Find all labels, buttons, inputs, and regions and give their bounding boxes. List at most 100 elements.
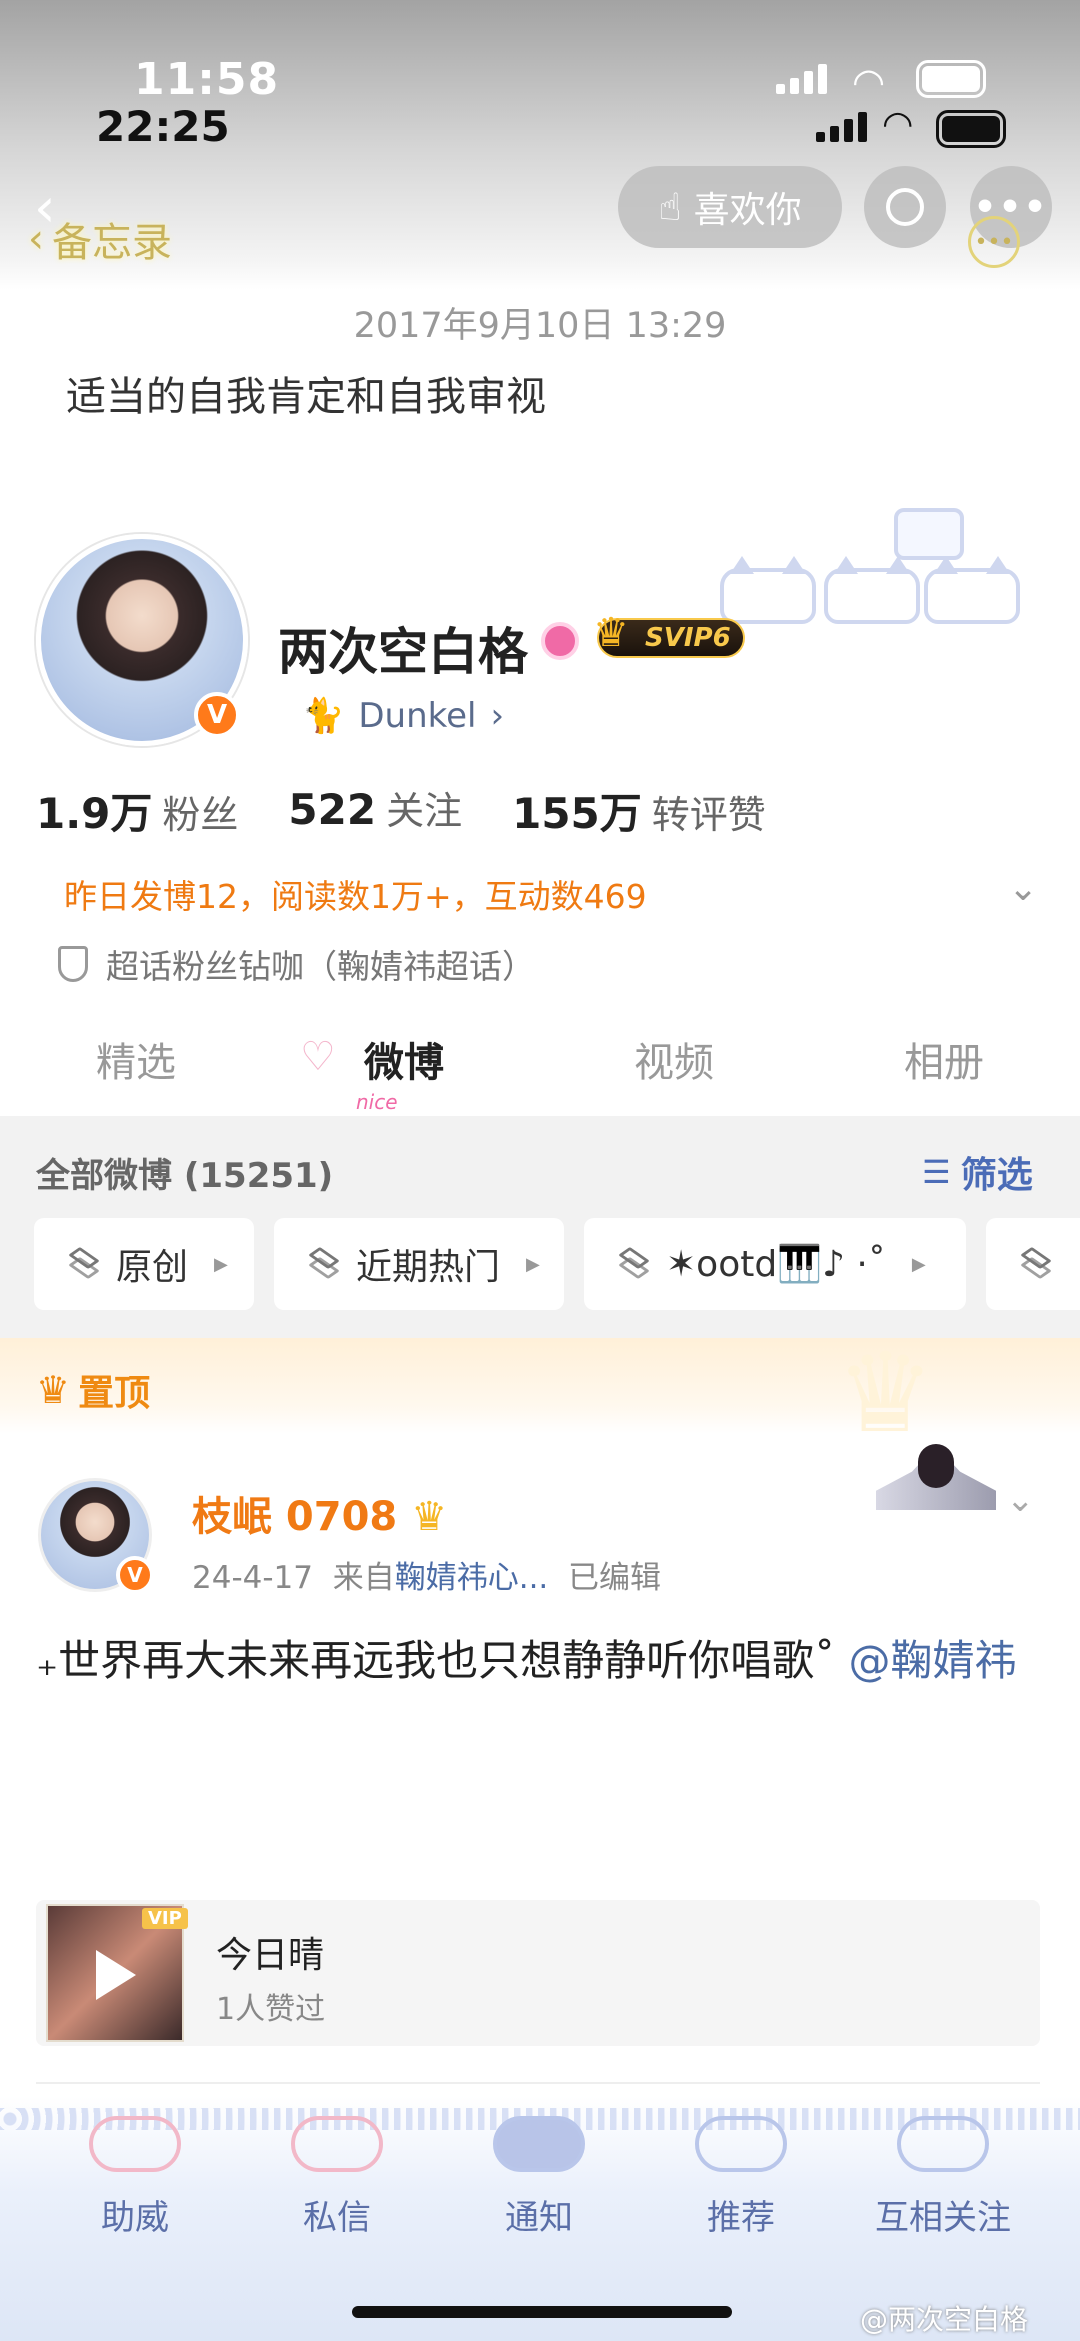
memo-more-icon[interactable]: ••• [968, 216, 1020, 268]
back-chevron-icon: ‹ [28, 216, 44, 262]
post-body: ₊世界再大未来再远我也只想静静听你唱歌˚ [36, 1636, 836, 1685]
post-from-prefix: 来自 [332, 1560, 395, 1596]
profile-link[interactable]: 🐈 Dunkel › [302, 696, 504, 736]
cat-decoration-icon [720, 556, 816, 624]
crown-icon: ♛ [36, 1368, 71, 1412]
post-text: ₊世界再大未来再远我也只想静静听你唱歌˚ @鞠婧祎 [36, 1628, 1046, 1694]
chip-recent-hot[interactable]: 近期热门 ▶ [274, 1218, 564, 1310]
tab-album[interactable]: 相册 [904, 1030, 984, 1088]
nav-mutual-follow[interactable]: 互相关注 [858, 2116, 1028, 2239]
svip-badge[interactable]: ♛ SVIP6 [593, 610, 745, 658]
tab-weibo[interactable]: 微博 [364, 1030, 444, 1088]
stat-following[interactable]: 522 关注 [288, 780, 462, 841]
layers-icon [308, 1246, 340, 1280]
cloud-icon [695, 2116, 787, 2172]
filter-button[interactable]: ☰ 筛选 [922, 1146, 1033, 1198]
chevron-right-icon: › [490, 696, 505, 736]
chip-more[interactable] [986, 1218, 1080, 1310]
nav-messages[interactable]: 私信 [252, 2116, 422, 2239]
memo-date: 2017年9月10日 13:29 [353, 306, 727, 346]
post-author-label: 枝岷 0708 [192, 1494, 398, 1540]
memo-back-button[interactable]: ‹ 备忘录 [28, 210, 172, 268]
status-time-inner: 22:25 [96, 102, 230, 151]
candy-icon [291, 2116, 383, 2172]
chip-label: 近期热门 [356, 1247, 501, 1288]
like-you-button[interactable]: ☝ 喜欢你 [618, 166, 842, 248]
music-likes: 1人赞过 [216, 1992, 326, 2027]
post-edited: 已编辑 [568, 1560, 661, 1596]
memo-back-label: 备忘录 [52, 220, 172, 266]
nav-label: 助威 [101, 2198, 169, 2238]
post-date: 24-4-17 [192, 1560, 313, 1596]
stat-engagement[interactable]: 155万 转评赞 [512, 780, 766, 841]
play-icon[interactable] [96, 1950, 136, 2000]
cat-icon: 🐈 [302, 696, 345, 736]
nav-label: 通知 [505, 2198, 573, 2238]
heart-icon [897, 2116, 989, 2172]
stat-fans[interactable]: 1.9万 粉丝 [36, 780, 238, 841]
chip-label: 原创 [116, 1247, 189, 1288]
all-weibo-count: 全部微博 (15251) [36, 1156, 334, 1196]
decorative-figure-head [918, 1444, 954, 1488]
hand-heart-icon: ☝ [658, 185, 682, 229]
nav-notifications[interactable]: 通知 [454, 2116, 624, 2239]
stat-label: 转评赞 [651, 793, 766, 837]
filter-icon: ☰ [922, 1153, 951, 1191]
stat-value: 522 [288, 785, 377, 834]
pink-search-badge-icon[interactable] [541, 622, 579, 660]
triangle-right-icon: ▶ [214, 1253, 228, 1275]
cat-icon [493, 2116, 585, 2172]
profile-stats: 1.9万 粉丝 522 关注 155万 转评赞 [36, 780, 766, 841]
home-indicator[interactable] [352, 2306, 732, 2318]
post-author-name[interactable]: 枝岷 0708 ♛ [192, 1484, 447, 1542]
nav-label: 推荐 [707, 2198, 775, 2238]
battery-icon-inner [936, 110, 1006, 148]
nav-cheer[interactable]: 助威 [50, 2116, 220, 2239]
nav-label: 互相关注 [875, 2198, 1011, 2238]
verified-badge-text: V [127, 1563, 143, 1587]
cat-decoration-icon [924, 556, 1020, 624]
crown-medal-icon: ♛ [411, 1494, 448, 1540]
post-mention-link[interactable]: @鞠婧祎 [849, 1636, 1017, 1685]
divider [36, 2082, 1040, 2084]
stat-label: 关注 [386, 789, 463, 833]
cat-decoration-icon [824, 556, 920, 624]
post-source[interactable]: 鞠婧祎心... [395, 1560, 549, 1596]
verified-badge-icon: V [194, 692, 240, 738]
yesterday-summary: 昨日发博12，阅读数1万+，互动数469 [64, 877, 647, 916]
tab-video[interactable]: 视频 [634, 1030, 714, 1088]
pinned-text: 置顶 [78, 1373, 151, 1414]
vip-badge: VIP [142, 1908, 188, 1929]
verified-badge-text: V [206, 700, 228, 730]
memo-text: 适当的自我肯定和自我审视 [66, 374, 546, 420]
profile-tabs: 精选 ♡ 微博 nice 视频 相册 [0, 1030, 1080, 1116]
nav-label: 私信 [303, 2198, 371, 2238]
triangle-right-icon: ▶ [526, 1253, 540, 1275]
filter-label: 筛选 [960, 1155, 1033, 1196]
status-time-outer: 11:58 [134, 54, 280, 105]
wifi-icon: ◠ [852, 60, 886, 104]
cellular-signal-icon [776, 64, 827, 94]
tab-featured[interactable]: 精选 [96, 1030, 176, 1088]
nav-recommend[interactable]: 推荐 [656, 2116, 826, 2239]
heart-icon: ♡ [300, 1034, 336, 1080]
profile-link-label: Dunkel [358, 696, 477, 736]
bow-icon [89, 2116, 181, 2172]
stat-value: 1.9万 [36, 789, 153, 838]
post-meta: 24-4-17 来自鞠婧祎心... 已编辑 [192, 1552, 661, 1597]
chip-original[interactable]: 原创 ▶ [34, 1218, 254, 1310]
stat-value: 155万 [512, 789, 642, 838]
battery-icon [916, 60, 986, 98]
post-options-chevron-icon[interactable]: ⌄ [1006, 1480, 1035, 1520]
expand-chevron-icon[interactable]: ⌄ [1008, 868, 1038, 909]
crown-watermark-icon: ♛ [836, 1329, 935, 1457]
chip-label: ✶ootd🎹♪ ·˚ [666, 1244, 886, 1285]
superfan-label: 超话粉丝钻咖（鞠婧祎超话） [106, 947, 535, 986]
chip-ootd[interactable]: ✶ootd🎹♪ ·˚ ▶ [584, 1218, 966, 1310]
pinned-label: ♛ 置顶 [36, 1364, 150, 1416]
cellular-signal-icon-inner [816, 112, 867, 142]
profile-name: 两次空白格 [278, 623, 528, 681]
search-button[interactable] [864, 166, 946, 248]
shield-icon [58, 946, 88, 982]
superfan-badge[interactable]: 超话粉丝钻咖（鞠婧祎超话） [58, 940, 535, 988]
